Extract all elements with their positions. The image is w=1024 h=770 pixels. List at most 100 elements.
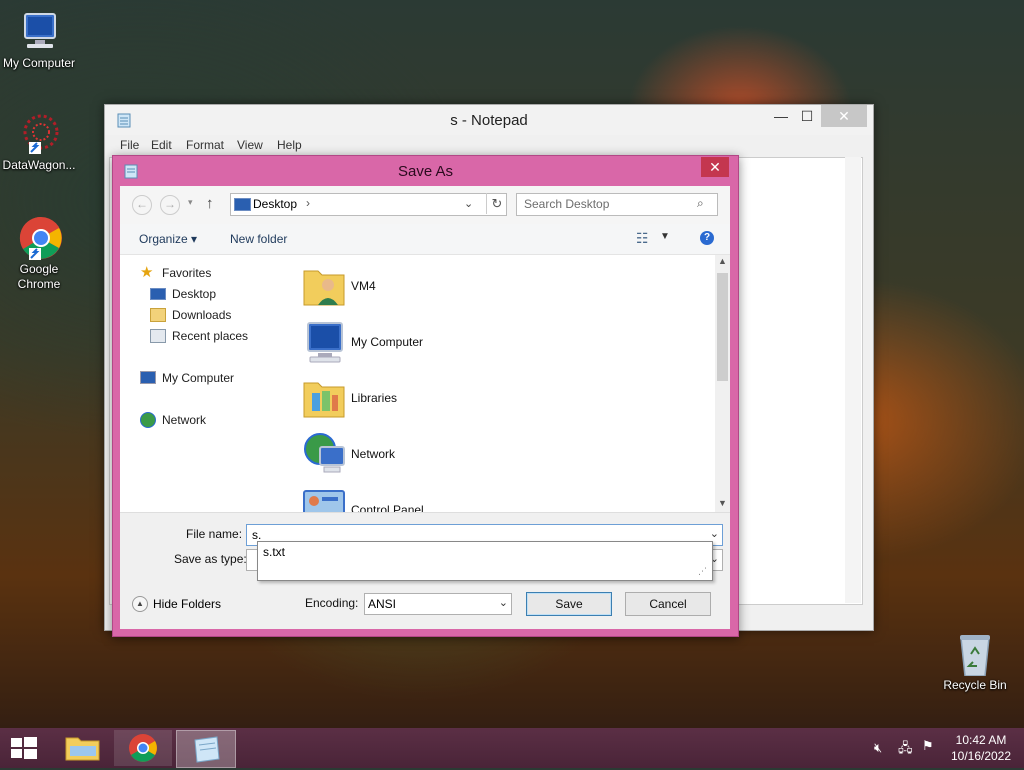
save-button[interactable]: Save <box>526 592 612 616</box>
network-tray-icon[interactable]: 🖧︎ <box>898 739 913 761</box>
search-placeholder: Search Desktop <box>524 197 610 211</box>
file-item-label: Network <box>351 447 396 461</box>
nav-favorites-label: Favorites <box>162 266 212 280</box>
desktop-icon-datawagon[interactable]: DataWagon... <box>0 112 78 173</box>
refresh-icon[interactable]: ↻ <box>486 193 507 214</box>
view-options-icon[interactable]: ☷ <box>636 230 649 247</box>
start-button[interactable] <box>0 730 48 766</box>
nav-recent-places-label: Recent places <box>172 329 249 343</box>
menu-help[interactable]: Help <box>277 138 302 152</box>
scroll-up-icon[interactable]: ▲ <box>718 256 727 266</box>
collapse-up-icon: ▲ <box>132 596 148 612</box>
nav-downloads[interactable]: Downloads <box>120 305 280 325</box>
nav-my-computer-label: My Computer <box>162 371 235 385</box>
organize-button[interactable]: Organize ▾ <box>139 232 197 246</box>
file-item-libraries[interactable]: Libraries <box>296 373 596 423</box>
file-name-label: File name: <box>186 527 243 541</box>
file-item-label: My Computer <box>351 335 424 349</box>
file-list: VM4 My Computer Libraries Network Contro… <box>296 255 716 512</box>
desktop-icon-label: Recycle Bin <box>943 678 1007 692</box>
notepad-scrollbar[interactable] <box>845 157 861 603</box>
save-as-dialog: Save As ✕ ← → ▾ ↑ Desktop › ⌄ ↻ Search D… <box>112 155 739 637</box>
encoding-select[interactable]: ANSI ⌄ <box>364 593 512 615</box>
desktop-icon-label: DataWagon... <box>2 158 76 172</box>
volume-muted-icon[interactable]: 🔇︎ <box>874 740 882 756</box>
address-row: ← → ▾ ↑ Desktop › ⌄ ↻ Search Desktop ⌕ <box>120 186 730 224</box>
desktop-folder-icon <box>234 198 251 211</box>
nav-desktop[interactable]: Desktop <box>120 284 280 304</box>
desktop-icon-my-computer[interactable]: My Computer <box>0 10 78 71</box>
search-input[interactable]: Search Desktop ⌕ <box>516 193 718 216</box>
nav-network[interactable]: Network <box>120 410 280 430</box>
address-separator[interactable]: › <box>306 196 310 210</box>
star-icon: ★ <box>140 264 154 281</box>
menu-view[interactable]: View <box>237 138 263 152</box>
file-item-label: Libraries <box>351 391 398 405</box>
nav-my-computer[interactable]: My Computer <box>120 368 280 388</box>
clock-date: 10/16/2022 <box>950 749 1012 763</box>
file-name-value: s. <box>252 528 262 542</box>
file-item-network[interactable]: Network <box>296 429 596 479</box>
forward-arrow-icon[interactable]: → <box>160 195 180 215</box>
help-icon[interactable]: ? <box>700 231 714 245</box>
action-center-icon[interactable]: ⚑ <box>922 738 934 754</box>
address-dropdown-icon[interactable]: ⌄ <box>464 197 473 210</box>
chrome-icon <box>15 216 63 260</box>
nav-network-label: Network <box>162 413 207 427</box>
dialog-title-bar[interactable]: Save As ✕ <box>113 156 738 186</box>
autocomplete-list[interactable]: s.txt ⋰ <box>257 541 713 581</box>
maximize-button[interactable]: ☐ <box>793 105 821 127</box>
computer-icon <box>140 371 156 384</box>
system-clock[interactable]: 10:42 AM 10/16/2022 <box>944 732 1018 764</box>
dialog-close-button[interactable]: ✕ <box>701 157 729 177</box>
save-as-type-label: Save as type: <box>174 552 247 566</box>
navigation-pane: ★ Favorites Desktop Downloads Recent pla… <box>120 255 290 512</box>
hide-folders-button[interactable]: ▲ Hide Folders <box>132 595 242 615</box>
cancel-button[interactable]: Cancel <box>625 592 711 616</box>
taskbar-file-explorer[interactable] <box>54 730 112 766</box>
menu-file[interactable]: File <box>120 138 139 152</box>
nav-downloads-label: Downloads <box>172 308 232 322</box>
notepad-title-bar[interactable]: s - Notepad — ☐ ✕ <box>105 105 873 135</box>
menu-format[interactable]: Format <box>186 138 224 152</box>
file-item-my-computer[interactable]: My Computer <box>296 317 596 367</box>
file-item-vm4[interactable]: VM4 <box>296 261 596 311</box>
file-item-control-panel[interactable]: Control Panel <box>296 485 596 512</box>
nav-desktop-label: Desktop <box>172 287 217 301</box>
encoding-dropdown-icon[interactable]: ⌄ <box>499 596 508 609</box>
nav-favorites[interactable]: ★ Favorites <box>120 263 280 283</box>
save-options-panel: File name: s. ⌄ Save as type: ⌄ s.txt ⋰ … <box>120 512 730 629</box>
address-location: Desktop <box>253 197 298 211</box>
control-panel-icon <box>300 487 348 512</box>
desktop-icon-recycle-bin[interactable]: Recycle Bin <box>936 632 1014 693</box>
clock-time: 10:42 AM <box>955 733 1007 747</box>
menu-edit[interactable]: Edit <box>151 138 172 152</box>
file-name-dropdown-icon[interactable]: ⌄ <box>710 527 719 540</box>
desktop-icon-google-chrome[interactable]: Google Chrome <box>0 216 78 292</box>
search-icon[interactable]: ⌕ <box>697 196 704 211</box>
taskbar-notepad[interactable] <box>176 730 236 768</box>
close-button[interactable]: ✕ <box>821 105 867 127</box>
view-dropdown-icon[interactable]: ▼ <box>660 231 670 242</box>
resize-grip-icon[interactable]: ⋰ <box>698 566 707 577</box>
address-bar[interactable]: Desktop › ⌄ <box>230 193 507 216</box>
network-icon <box>300 431 348 477</box>
encoding-label: Encoding: <box>305 596 359 610</box>
file-list-scrollbar[interactable]: ▲ ▼ <box>715 255 730 512</box>
libraries-folder-icon <box>300 375 348 421</box>
hide-folders-label: Hide Folders <box>153 597 222 611</box>
up-arrow-icon[interactable]: ↑ <box>206 195 214 212</box>
encoding-value: ANSI <box>368 597 397 611</box>
autocomplete-item[interactable]: s.txt <box>263 545 285 559</box>
scrollbar-thumb[interactable] <box>717 273 728 381</box>
user-folder-icon <box>300 263 348 309</box>
computer-icon <box>15 10 63 54</box>
back-arrow-icon[interactable]: ← <box>132 195 152 215</box>
recent-locations-chevron-icon[interactable]: ▾ <box>188 197 193 208</box>
notepad-menu-bar: File Edit Format View Help <box>105 135 873 155</box>
new-folder-button[interactable]: New folder <box>230 232 287 246</box>
scroll-down-icon[interactable]: ▼ <box>718 498 727 508</box>
minimize-button[interactable]: — <box>767 105 795 127</box>
taskbar-chrome[interactable] <box>114 730 172 766</box>
nav-recent-places[interactable]: Recent places <box>120 326 280 346</box>
